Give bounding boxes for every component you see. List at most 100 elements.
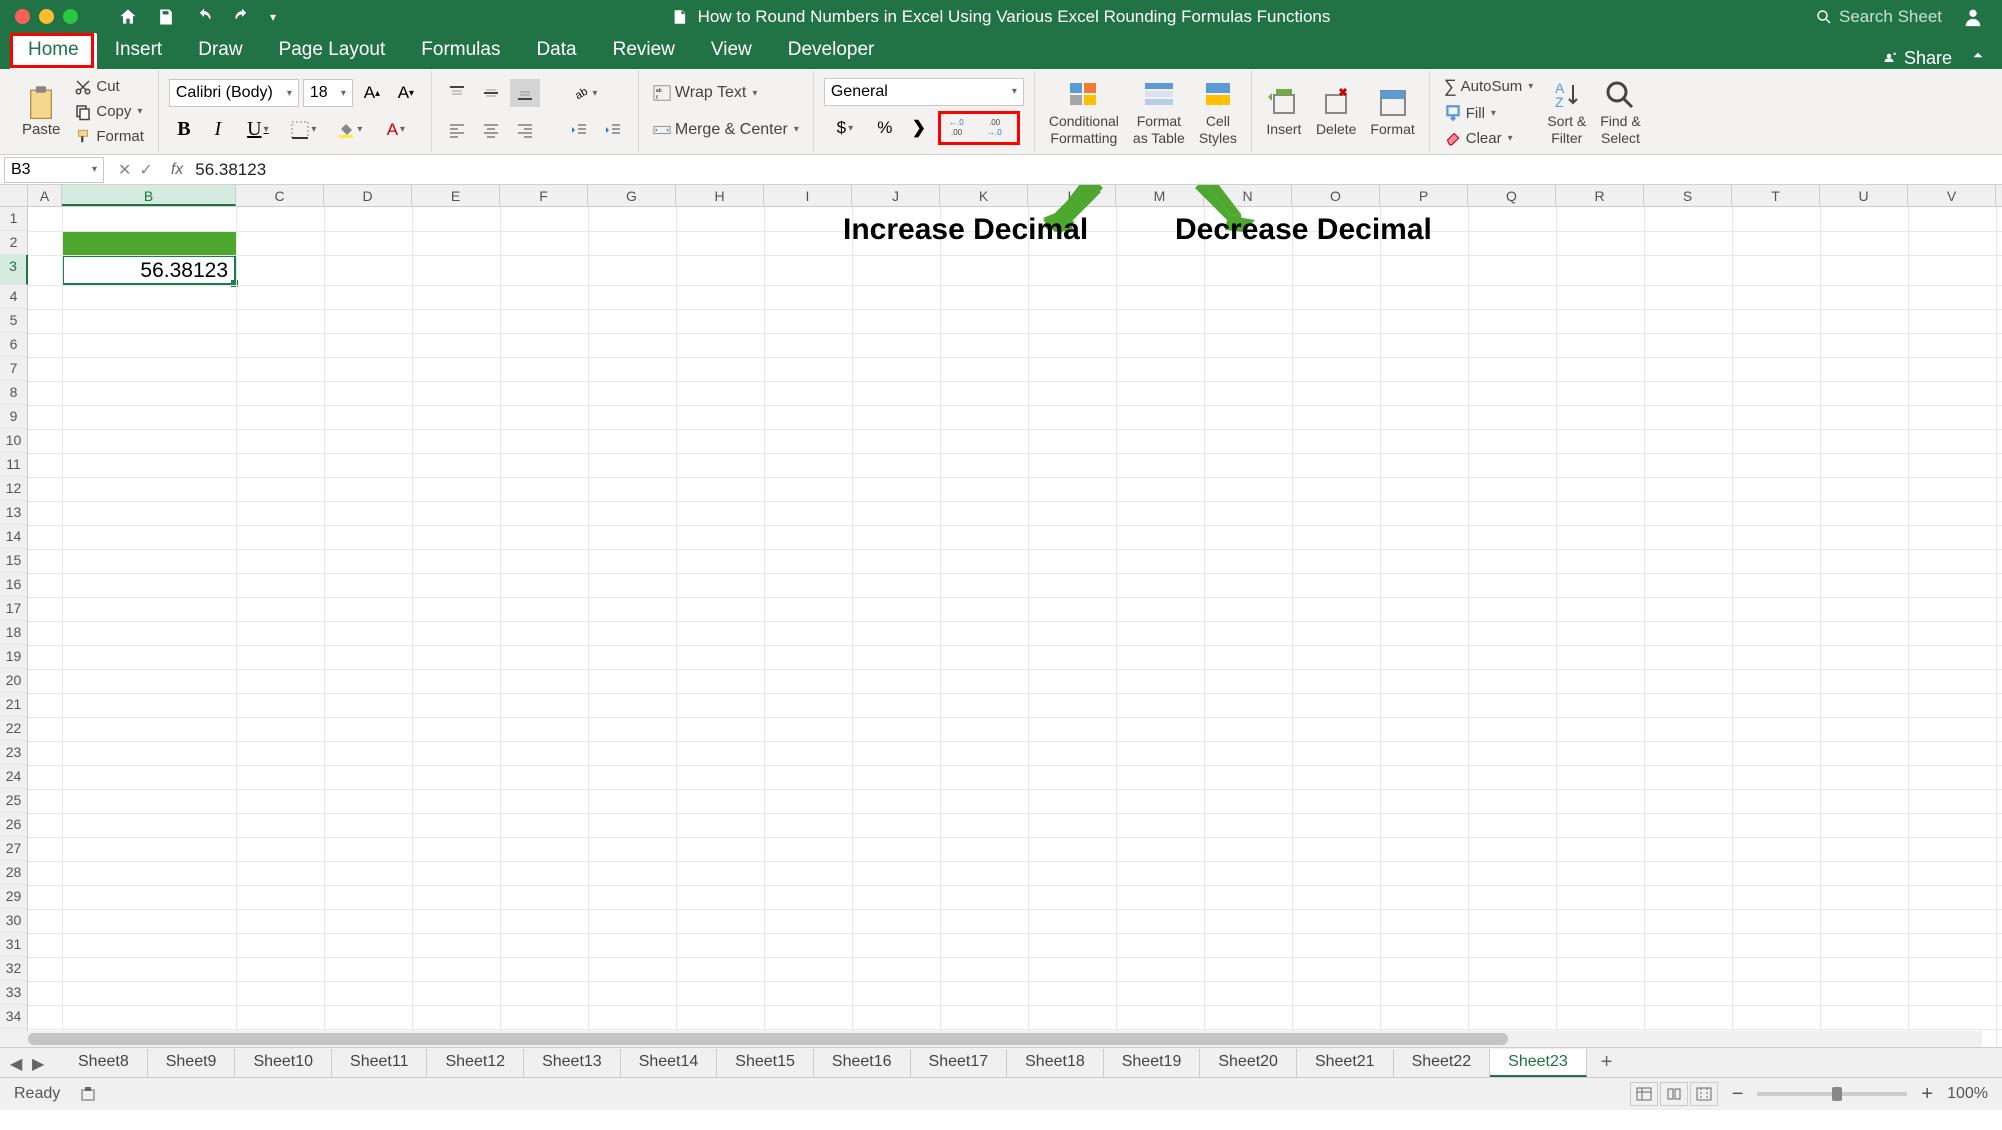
- column-header-J[interactable]: J: [852, 185, 940, 206]
- row-header-25[interactable]: 25: [0, 789, 28, 813]
- row-header-21[interactable]: 21: [0, 693, 28, 717]
- tab-developer[interactable]: Developer: [770, 33, 893, 69]
- row-header-13[interactable]: 13: [0, 501, 28, 525]
- row-header-24[interactable]: 24: [0, 765, 28, 789]
- fill-color-button[interactable]: ▾: [329, 116, 371, 144]
- fill-button[interactable]: Fill▾: [1440, 102, 1538, 124]
- sheet-next-button[interactable]: ▶: [32, 1054, 50, 1072]
- font-name-select[interactable]: Calibri (Body)▾: [169, 79, 299, 107]
- paste-button[interactable]: Paste: [18, 85, 64, 138]
- row-header-28[interactable]: 28: [0, 861, 28, 885]
- row-header-6[interactable]: 6: [0, 333, 28, 357]
- cut-button[interactable]: Cut: [70, 76, 148, 98]
- row-header-32[interactable]: 32: [0, 957, 28, 981]
- cancel-formula-icon[interactable]: ✕: [118, 160, 131, 180]
- cell-b2[interactable]: [62, 231, 236, 255]
- number-format-select[interactable]: General▾: [824, 78, 1024, 106]
- merge-center-button[interactable]: Merge & Center▾: [649, 119, 803, 141]
- close-window-button[interactable]: [15, 9, 30, 24]
- column-header-D[interactable]: D: [324, 185, 412, 206]
- column-header-M[interactable]: M: [1116, 185, 1204, 206]
- row-header-7[interactable]: 7: [0, 357, 28, 381]
- row-header-23[interactable]: 23: [0, 741, 28, 765]
- column-header-K[interactable]: K: [940, 185, 1028, 206]
- tab-review[interactable]: Review: [595, 33, 693, 69]
- formula-input[interactable]: 56.38123: [191, 160, 2002, 180]
- sort-filter-button[interactable]: AZSort & Filter: [1543, 77, 1590, 147]
- wrap-text-button[interactable]: abcWrap Text▾: [649, 82, 803, 104]
- clear-button[interactable]: Clear▾: [1440, 127, 1538, 149]
- macro-record-icon[interactable]: [80, 1084, 100, 1104]
- undo-icon[interactable]: [194, 7, 214, 27]
- maximize-window-button[interactable]: [63, 9, 78, 24]
- sheet-prev-button[interactable]: ◀: [10, 1054, 28, 1072]
- row-header-19[interactable]: 19: [0, 645, 28, 669]
- tab-draw[interactable]: Draw: [180, 33, 260, 69]
- column-header-A[interactable]: A: [28, 185, 62, 206]
- row-header-22[interactable]: 22: [0, 717, 28, 741]
- underline-button[interactable]: U▾: [237, 116, 279, 144]
- autosum-button[interactable]: ∑AutoSum▾: [1440, 74, 1538, 99]
- font-color-button[interactable]: A▾: [375, 116, 417, 144]
- row-header-30[interactable]: 30: [0, 909, 28, 933]
- zoom-slider[interactable]: [1757, 1092, 1907, 1096]
- sheet-tab-sheet19[interactable]: Sheet19: [1104, 1049, 1201, 1077]
- column-header-S[interactable]: S: [1644, 185, 1732, 206]
- row-header-27[interactable]: 27: [0, 837, 28, 861]
- row-header-2[interactable]: 2: [0, 231, 28, 255]
- align-left-button[interactable]: [442, 116, 472, 144]
- align-middle-button[interactable]: [476, 79, 506, 107]
- sheet-tab-sheet14[interactable]: Sheet14: [621, 1049, 718, 1077]
- column-header-O[interactable]: O: [1292, 185, 1380, 206]
- row-header-31[interactable]: 31: [0, 933, 28, 957]
- font-size-select[interactable]: 18▾: [303, 79, 353, 107]
- column-header-G[interactable]: G: [588, 185, 676, 206]
- sheet-tab-sheet11[interactable]: Sheet11: [332, 1049, 427, 1077]
- column-header-I[interactable]: I: [764, 185, 852, 206]
- tab-home[interactable]: Home: [10, 33, 97, 69]
- name-box[interactable]: B3▾: [4, 157, 104, 183]
- column-header-H[interactable]: H: [676, 185, 764, 206]
- column-header-P[interactable]: P: [1380, 185, 1468, 206]
- decrease-decimal-button[interactable]: .00→.0: [979, 114, 1017, 142]
- horizontal-scrollbar-thumb[interactable]: [28, 1033, 1508, 1045]
- share-button[interactable]: Share: [1880, 48, 1952, 69]
- column-header-C[interactable]: C: [236, 185, 324, 206]
- align-top-button[interactable]: [442, 79, 472, 107]
- horizontal-scrollbar[interactable]: [0, 1031, 1982, 1047]
- zoom-level-label[interactable]: 100%: [1947, 1085, 1988, 1103]
- sheet-tab-sheet20[interactable]: Sheet20: [1200, 1049, 1297, 1077]
- border-button[interactable]: ▾: [283, 116, 325, 144]
- column-header-B[interactable]: B: [62, 185, 236, 206]
- column-header-R[interactable]: R: [1556, 185, 1644, 206]
- percent-button[interactable]: %: [870, 114, 900, 142]
- decrease-indent-button[interactable]: [564, 116, 594, 144]
- tab-data[interactable]: Data: [518, 33, 594, 69]
- copy-button[interactable]: Copy▾: [70, 101, 148, 123]
- row-header-12[interactable]: 12: [0, 477, 28, 501]
- insert-cell-button[interactable]: Insert: [1262, 85, 1306, 138]
- select-all-corner[interactable]: [0, 185, 28, 206]
- zoom-in-button[interactable]: +: [1921, 1083, 1933, 1106]
- column-header-T[interactable]: T: [1732, 185, 1820, 206]
- row-header-1[interactable]: 1: [0, 207, 28, 231]
- increase-decimal-button[interactable]: ←.0.00: [941, 114, 979, 142]
- column-header-V[interactable]: V: [1908, 185, 1996, 206]
- comma-style-button[interactable]: ❯: [904, 114, 934, 142]
- bold-button[interactable]: B: [169, 116, 199, 144]
- italic-button[interactable]: I: [203, 116, 233, 144]
- row-header-9[interactable]: 9: [0, 405, 28, 429]
- align-right-button[interactable]: [510, 116, 540, 144]
- sheet-tab-sheet10[interactable]: Sheet10: [235, 1049, 332, 1077]
- column-header-E[interactable]: E: [412, 185, 500, 206]
- row-header-33[interactable]: 33: [0, 981, 28, 1005]
- increase-font-size-button[interactable]: A▴: [357, 79, 387, 107]
- column-header-F[interactable]: F: [500, 185, 588, 206]
- row-header-4[interactable]: 4: [0, 285, 28, 309]
- sheet-tab-sheet23[interactable]: Sheet23: [1490, 1049, 1587, 1077]
- row-header-34[interactable]: 34: [0, 1005, 28, 1029]
- tab-formulas[interactable]: Formulas: [403, 33, 518, 69]
- conditional-formatting-button[interactable]: Conditional Formatting: [1045, 77, 1123, 147]
- row-header-17[interactable]: 17: [0, 597, 28, 621]
- page-break-view-button[interactable]: [1690, 1082, 1718, 1106]
